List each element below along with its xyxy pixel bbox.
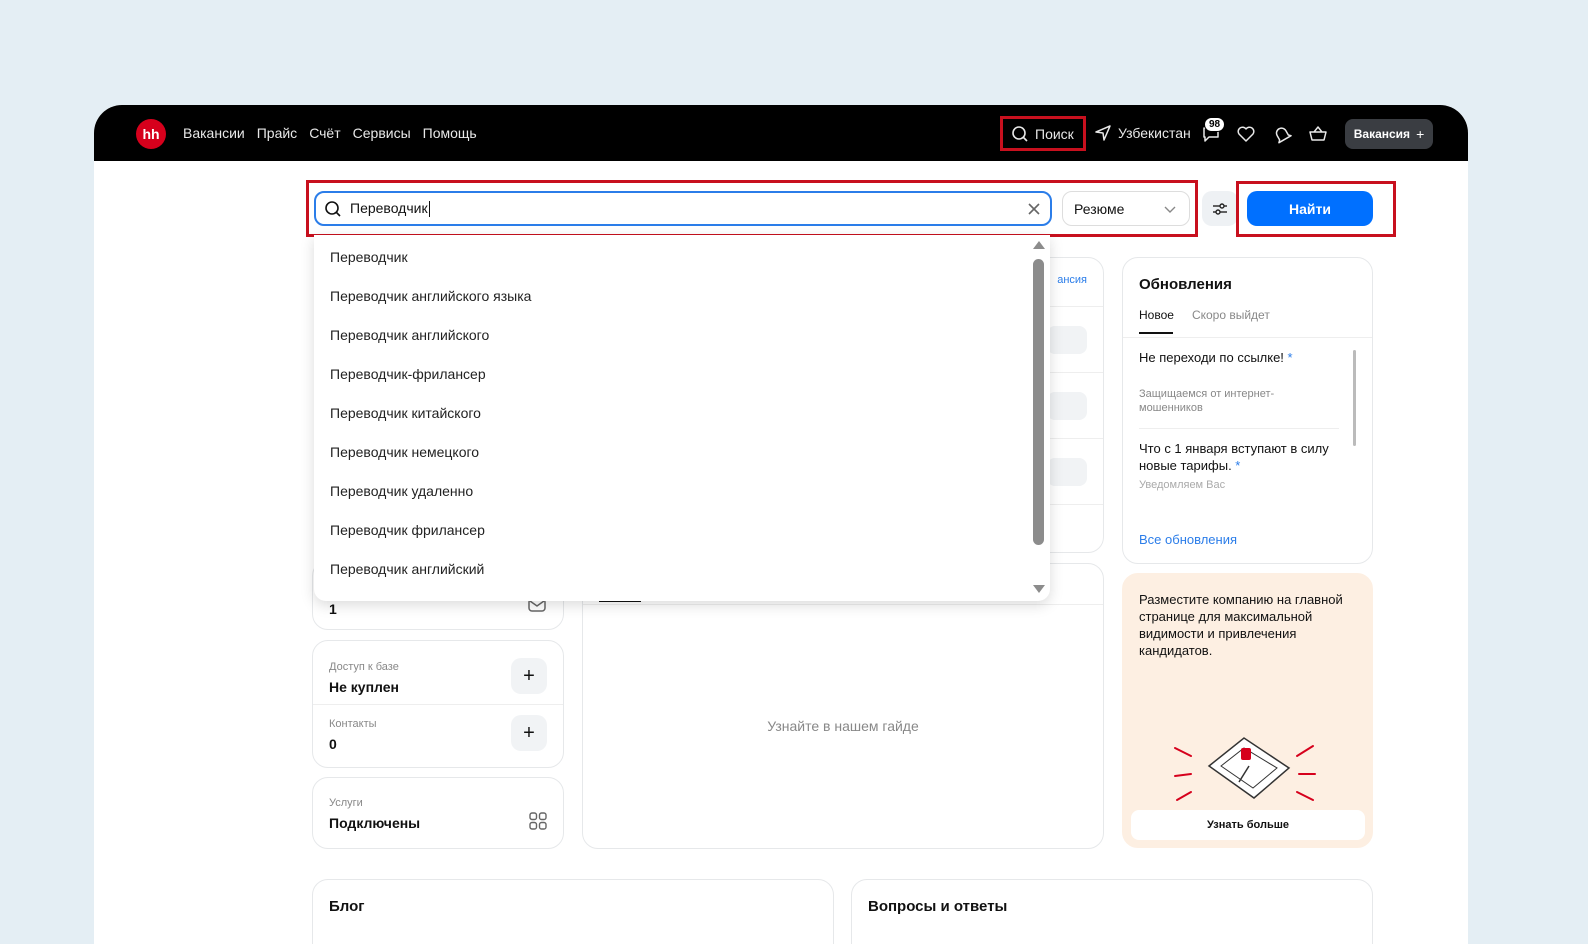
suggestion-item[interactable]: Переводчик-фрилансер [330, 366, 486, 382]
filters-button[interactable] [1202, 191, 1238, 226]
region-selector[interactable]: Узбекистан [1094, 105, 1191, 161]
buy-db-access-button[interactable]: + [511, 658, 547, 694]
db-access-value: Не куплен [329, 679, 399, 695]
basket-icon[interactable] [1307, 123, 1329, 145]
location-arrow-icon [1095, 125, 1111, 141]
scroll-down-icon[interactable] [1032, 583, 1046, 595]
bell-icon[interactable] [1271, 123, 1293, 145]
db-access-label: Доступ к базе [329, 661, 399, 673]
updates-tabs: Новое Скоро выйдет [1139, 308, 1270, 334]
plus-icon: + [1416, 126, 1425, 142]
app-window: hh Вакансии Прайс Счёт Сервисы Помощь По… [94, 105, 1468, 944]
services-card: Услуги Подключены [312, 777, 564, 849]
faq-card: Вопросы и ответы [851, 879, 1373, 944]
row-action-button[interactable] [1047, 326, 1087, 354]
row-action-button[interactable] [1047, 392, 1087, 420]
row-action-button[interactable] [1047, 458, 1087, 486]
blog-card: Блог [312, 879, 834, 944]
tab-coming-soon[interactable]: Скоро выйдет [1192, 308, 1270, 322]
dropdown-scrollbar[interactable] [1032, 239, 1046, 595]
grid-icon[interactable] [529, 812, 547, 830]
faq-title[interactable]: Вопросы и ответы [868, 898, 1007, 915]
updates-title: Обновления [1139, 276, 1232, 293]
nav-help[interactable]: Помощь [423, 125, 477, 141]
find-highlight-frame [1236, 181, 1396, 237]
suggestion-item[interactable]: Переводчик немецкого [330, 444, 479, 460]
create-vacancy-button[interactable]: Вакансия + [1345, 119, 1433, 149]
messages-badge: 98 [1204, 117, 1226, 132]
sliders-icon [1213, 202, 1227, 215]
top-search-label: Поиск [1035, 125, 1074, 142]
update-item-desc: Уведомляем Вас [1139, 479, 1226, 491]
all-updates-link[interactable]: Все обновления [1139, 532, 1237, 547]
partial-value: 1 [329, 601, 337, 617]
update-item-title[interactable]: Что с 1 января вступают в силу новые тар… [1139, 441, 1341, 475]
updates-card: Обновления Новое Скоро выйдет Не переход… [1122, 257, 1373, 564]
create-vacancy-label: Вакансия [1353, 127, 1411, 141]
nav-price[interactable]: Прайс [257, 125, 297, 141]
updates-scrollbar[interactable] [1353, 350, 1356, 446]
guide-card: Узнайте в нашем гайде [582, 563, 1104, 849]
suggestion-item[interactable]: Переводчик английский [330, 561, 484, 577]
update-item-desc: Защищаемся от интернет-мошенников [1139, 388, 1275, 415]
top-search-link[interactable]: Поиск [1000, 116, 1086, 151]
contacts-label: Контакты [329, 718, 377, 730]
search-icon [1012, 125, 1028, 142]
nav-vacancies[interactable]: Вакансии [183, 125, 245, 141]
suggestion-item[interactable]: Переводчик английского языка [330, 288, 531, 304]
search-suggestions-dropdown: Переводчик Переводчик английского языка … [314, 235, 1050, 601]
nav-account[interactable]: Счёт [309, 125, 340, 141]
update-item-title[interactable]: Не переходи по ссылке! * [1139, 350, 1335, 365]
promo-card: Разместите компанию на главной странице … [1122, 573, 1373, 848]
promo-text: Разместите компанию на главной странице … [1139, 592, 1343, 658]
suggestion-item[interactable]: Переводчик фрилансер [330, 522, 485, 538]
blog-title[interactable]: Блог [329, 898, 365, 915]
scrollbar-thumb[interactable] [1033, 259, 1044, 545]
hh-logo[interactable]: hh [136, 119, 166, 149]
region-label: Узбекистан [1118, 125, 1191, 141]
scroll-up-icon[interactable] [1032, 239, 1046, 251]
suggestion-item[interactable]: Переводчик [330, 249, 408, 265]
heart-icon[interactable] [1235, 123, 1257, 145]
database-card: Доступ к базе Не куплен + Контакты 0 + [312, 640, 564, 768]
guide-text[interactable]: Узнайте в нашем гайде [583, 718, 1103, 734]
suggestion-item[interactable]: Переводчик удаленно [330, 483, 473, 499]
services-value: Подключены [329, 815, 421, 831]
search-highlight-frame [306, 180, 1198, 237]
top-navigation-bar: hh Вакансии Прайс Счёт Сервисы Помощь По… [94, 105, 1468, 161]
vacancy-link[interactable]: ансия [1057, 274, 1087, 286]
suggestion-item[interactable]: Переводчик китайского [330, 405, 481, 421]
nav-services[interactable]: Сервисы [353, 125, 411, 141]
main-nav: Вакансии Прайс Счёт Сервисы Помощь [183, 105, 477, 161]
services-label: Услуги [329, 797, 363, 809]
add-contacts-button[interactable]: + [511, 715, 547, 751]
illustration-icon [1174, 737, 1316, 801]
contacts-value: 0 [329, 736, 337, 752]
suggestion-item[interactable]: Переводчик английского [330, 327, 489, 343]
learn-more-button[interactable]: Узнать больше [1131, 810, 1365, 840]
tab-new[interactable]: Новое [1139, 308, 1174, 334]
